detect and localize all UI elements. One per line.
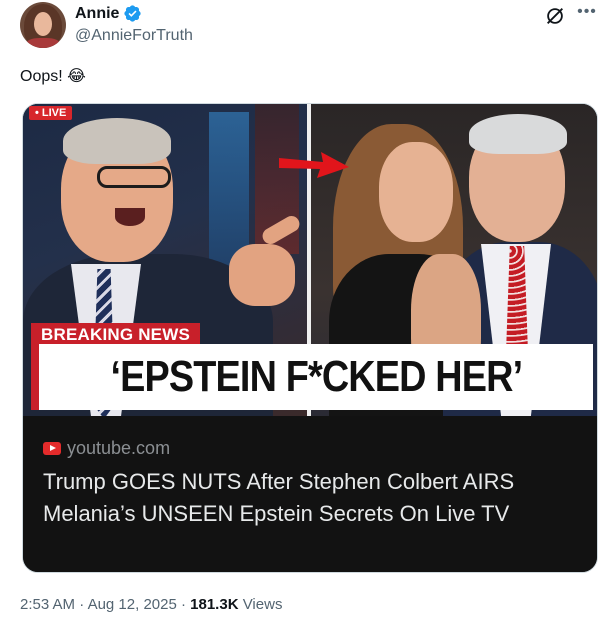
tweet-time[interactable]: 2:53 AM <box>20 596 75 613</box>
meta-separator: · <box>79 596 88 613</box>
thumbnail-headline: ‘EPSTEIN F*CKED HER’ <box>110 352 523 401</box>
views-count: 181.3K <box>190 596 239 613</box>
link-card-meta[interactable]: youtube.com Trump GOES NUTS After Stephe… <box>23 416 597 572</box>
views-label: Views <box>242 596 283 613</box>
author-display-name[interactable]: Annie <box>75 5 119 23</box>
link-source-row: youtube.com <box>43 438 170 459</box>
tweet-date[interactable]: Aug 12, 2025 <box>88 596 177 613</box>
red-arrow-icon <box>279 152 349 178</box>
host-hand <box>229 244 295 306</box>
link-card-thumbnail[interactable]: • LIVE BREAKING NEWS ‘EPSTEIN F*CKED HER… <box>23 104 597 416</box>
headline-bar: ‘EPSTEIN F*CKED HER’ <box>31 344 593 410</box>
verified-badge-icon <box>124 5 142 22</box>
link-title[interactable]: Trump GOES NUTS After Stephen Colbert AI… <box>43 466 583 530</box>
link-domain: youtube.com <box>67 438 171 458</box>
tweet-meta: 2:53 AM · Aug 12, 2025 · 181.3K Views <box>20 596 282 613</box>
tweet: Annie @AnnieForTruth ••• Oops! 😂 • LIVE … <box>0 0 609 622</box>
woman-face <box>379 142 453 242</box>
live-tag: • LIVE <box>29 106 73 120</box>
tweet-text: Oops! 😂 <box>20 68 86 85</box>
host-hair <box>63 118 171 164</box>
more-options-icon[interactable]: ••• <box>576 4 598 26</box>
meta-separator: · <box>180 596 191 613</box>
avatar-shirt <box>26 38 60 48</box>
avatar[interactable] <box>20 2 66 48</box>
avatar-face <box>34 12 52 36</box>
host-glasses <box>97 166 171 188</box>
author-name-row: Annie <box>75 4 142 23</box>
grok-icon[interactable] <box>544 5 566 27</box>
author-handle[interactable]: @AnnieForTruth <box>75 27 193 45</box>
youtube-icon <box>43 442 61 455</box>
host-mouth <box>115 208 145 226</box>
link-card[interactable]: • LIVE BREAKING NEWS ‘EPSTEIN F*CKED HER… <box>22 103 598 573</box>
man-hair <box>469 114 567 154</box>
